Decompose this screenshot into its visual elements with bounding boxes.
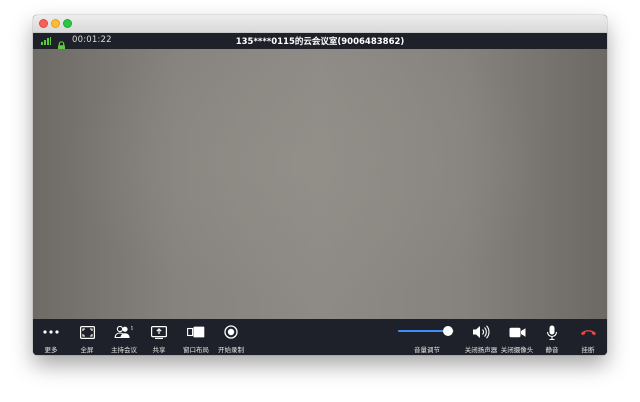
record-icon [224, 323, 238, 341]
window-titlebar [33, 15, 607, 33]
share-label: 共享 [152, 346, 166, 354]
video-area[interactable] [33, 49, 607, 319]
camera-icon [509, 323, 526, 341]
hang-up-icon [580, 323, 597, 341]
window-layout-icon [187, 323, 205, 341]
meeting-status-bar: 00:01:22 135****0115的云会议室(9006483862) [33, 33, 607, 51]
hang-up-label: 挂断 [581, 346, 595, 354]
zoom-window-button[interactable] [63, 19, 72, 28]
hang-up-button[interactable]: 挂断 [576, 319, 600, 355]
meeting-toolbar: 更多 全屏 1 主持会议 共享 窗口布局 开始录制 音量调节 关闭扬声器 关闭摄… [33, 319, 607, 355]
participants-icon: 1 [114, 323, 134, 341]
more-button[interactable]: 更多 [39, 319, 63, 355]
volume-label: 音量调节 [414, 346, 440, 354]
share-screen-icon [151, 323, 167, 341]
window-layout-button[interactable]: 窗口布局 [181, 319, 211, 355]
volume-slider-knob[interactable] [443, 326, 454, 336]
toggle-speaker-label: 关闭扬声器 [464, 346, 498, 354]
host-meeting-button[interactable]: 1 主持会议 [109, 319, 139, 355]
close-window-button[interactable] [39, 19, 48, 28]
fullscreen-button[interactable]: 全屏 [75, 319, 99, 355]
minimize-window-button[interactable] [51, 19, 60, 28]
window-layout-label: 窗口布局 [183, 346, 209, 354]
share-button[interactable]: 共享 [147, 319, 171, 355]
volume-slider-fill [398, 330, 449, 332]
more-label: 更多 [44, 346, 58, 354]
toggle-speaker-button[interactable]: 关闭扬声器 [464, 319, 498, 355]
more-dots-icon [43, 323, 59, 341]
meeting-room-title: 135****0115的云会议室(9006483862) [235, 37, 405, 47]
volume-control[interactable]: 音量调节 [397, 319, 457, 355]
start-recording-button[interactable]: 开始录制 [216, 319, 246, 355]
mute-label: 静音 [545, 346, 559, 354]
fullscreen-icon [79, 323, 95, 341]
meeting-window: 00:01:22 135****0115的云会议室(9006483862) 更多… [33, 15, 607, 355]
fullscreen-label: 全屏 [80, 346, 94, 354]
toggle-camera-label: 关闭摄像头 [500, 346, 534, 354]
svg-text:1: 1 [131, 326, 134, 332]
microphone-icon [546, 323, 558, 341]
start-recording-label: 开始录制 [218, 346, 244, 354]
host-meeting-label: 主持会议 [111, 346, 137, 354]
speaker-icon [472, 323, 490, 341]
mute-button[interactable]: 静音 [540, 319, 564, 355]
toggle-camera-button[interactable]: 关闭摄像头 [500, 319, 534, 355]
